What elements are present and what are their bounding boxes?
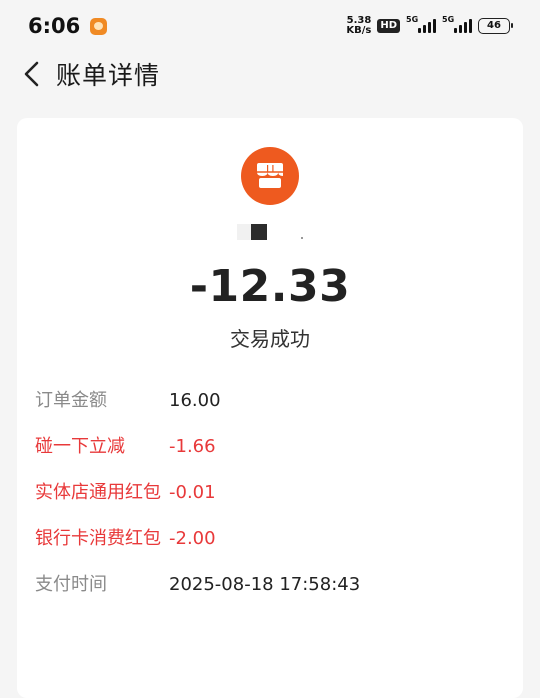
store-icon bbox=[257, 163, 283, 188]
detail-row-payment-time: 支付时间 2025-08-18 17:58:43 bbox=[35, 570, 505, 599]
transaction-amount: -12.33 bbox=[189, 261, 351, 312]
bill-detail-card: -12.33 交易成功 订单金额 16.00 碰一下立减 -1.66 实体店通用… bbox=[17, 118, 523, 698]
detail-value: -2.00 bbox=[169, 528, 216, 549]
detail-value: -0.01 bbox=[169, 482, 216, 503]
detail-value: 2025-08-18 17:58:43 bbox=[169, 574, 361, 595]
network-speed: 5.38 KB/s bbox=[346, 15, 372, 36]
detail-value: 16.00 bbox=[169, 390, 221, 411]
status-indicators: 5.38 KB/s HD 5G 5G 46 bbox=[346, 15, 513, 36]
signal-sim2-icon: 5G bbox=[442, 15, 472, 33]
merchant-name-redacted bbox=[17, 222, 523, 242]
status-time: 6:06 bbox=[28, 14, 81, 38]
transaction-status: 交易成功 bbox=[230, 327, 310, 351]
detail-row-bankcard-red-packet: 银行卡消费红包 -2.00 bbox=[35, 524, 505, 553]
detail-label: 支付时间 bbox=[35, 574, 107, 595]
detail-list: 订单金额 16.00 碰一下立减 -1.66 实体店通用红包 -0.01 银行卡… bbox=[35, 386, 505, 616]
signal-sim1-icon: 5G bbox=[406, 15, 436, 33]
battery-icon: 46 bbox=[478, 18, 513, 34]
detail-row-order-amount: 订单金额 16.00 bbox=[35, 386, 505, 415]
detail-value: -1.66 bbox=[169, 436, 216, 457]
top-bar: 账单详情 bbox=[0, 52, 540, 96]
merchant-avatar bbox=[241, 147, 299, 205]
back-button[interactable] bbox=[10, 52, 54, 96]
detail-label: 实体店通用红包 bbox=[35, 482, 161, 503]
detail-label: 订单金额 bbox=[35, 390, 107, 411]
detail-row-tap-discount: 碰一下立减 -1.66 bbox=[35, 432, 505, 461]
chevron-left-icon bbox=[24, 61, 39, 87]
app-notification-icon bbox=[90, 17, 108, 35]
hd-icon: HD bbox=[377, 19, 400, 33]
detail-row-store-red-packet: 实体店通用红包 -0.01 bbox=[35, 478, 505, 507]
detail-label: 银行卡消费红包 bbox=[35, 528, 161, 549]
page-title: 账单详情 bbox=[56, 61, 161, 90]
detail-label: 碰一下立减 bbox=[35, 436, 125, 457]
status-bar: 6:06 5.38 KB/s HD 5G 5G 46 bbox=[0, 0, 540, 52]
